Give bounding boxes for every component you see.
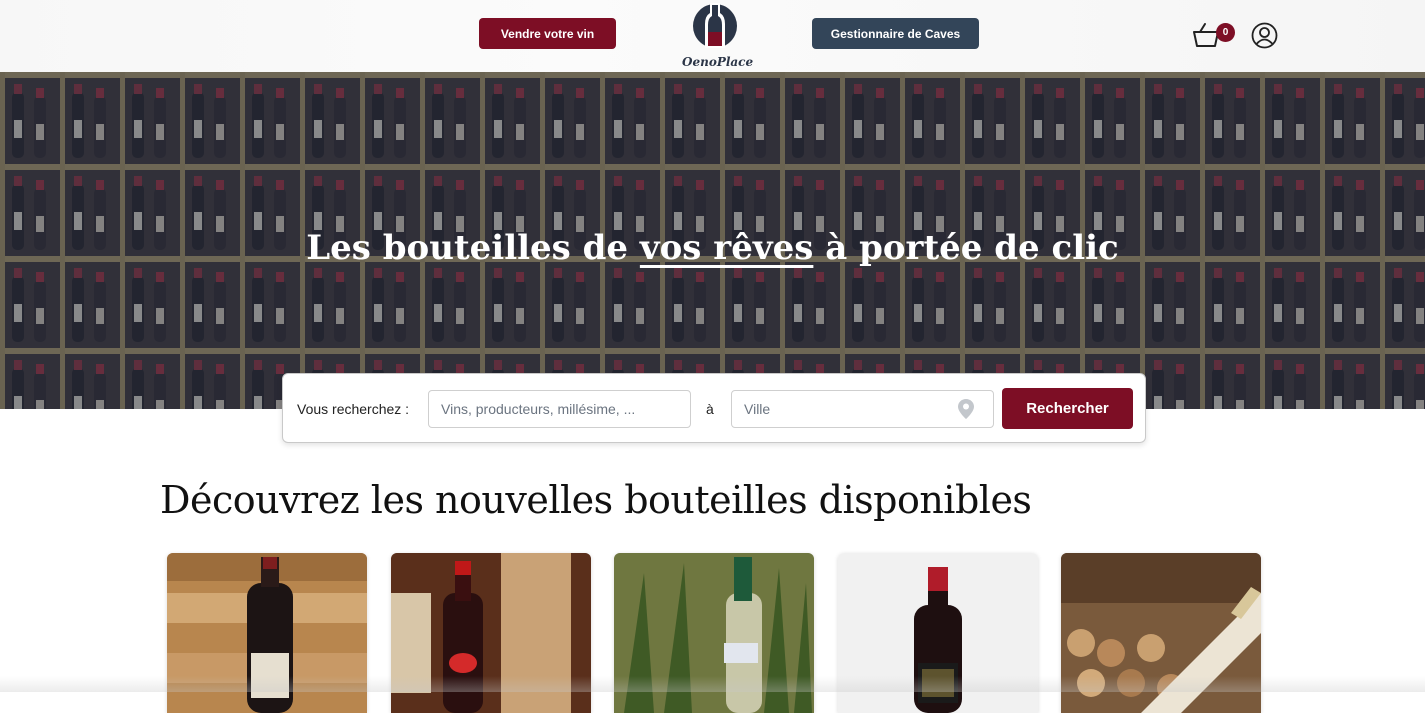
hero-title: Les bouteilles de vos rêves à portée de … [306, 228, 1119, 268]
search-button[interactable]: Rechercher [1002, 388, 1133, 429]
cart-count-badge: 0 [1216, 23, 1235, 42]
hero-banner: Les bouteilles de vos rêves à portée de … [0, 72, 1425, 409]
cellar-manager-button[interactable]: Gestionnaire de Caves [812, 18, 979, 49]
city-input[interactable] [731, 390, 994, 428]
search-label: Vous recherchez : [297, 401, 410, 417]
user-icon[interactable] [1251, 22, 1278, 49]
search-bar: Vous recherchez : à Rechercher [282, 373, 1146, 443]
search-separator: à [706, 401, 714, 417]
section-title: Découvrez les nouvelles bouteilles dispo… [160, 478, 1032, 522]
site-header: Vendre votre vin OenoPlace Gestionnaire … [0, 0, 1425, 72]
search-input[interactable] [428, 390, 691, 428]
hero-title-link[interactable]: vos rêves [640, 228, 814, 268]
logo-text: OenoPlace [682, 55, 754, 69]
bottom-scroll-shadow [0, 676, 1425, 692]
location-pin-icon[interactable] [958, 399, 974, 419]
sell-wine-button[interactable]: Vendre votre vin [479, 18, 616, 49]
